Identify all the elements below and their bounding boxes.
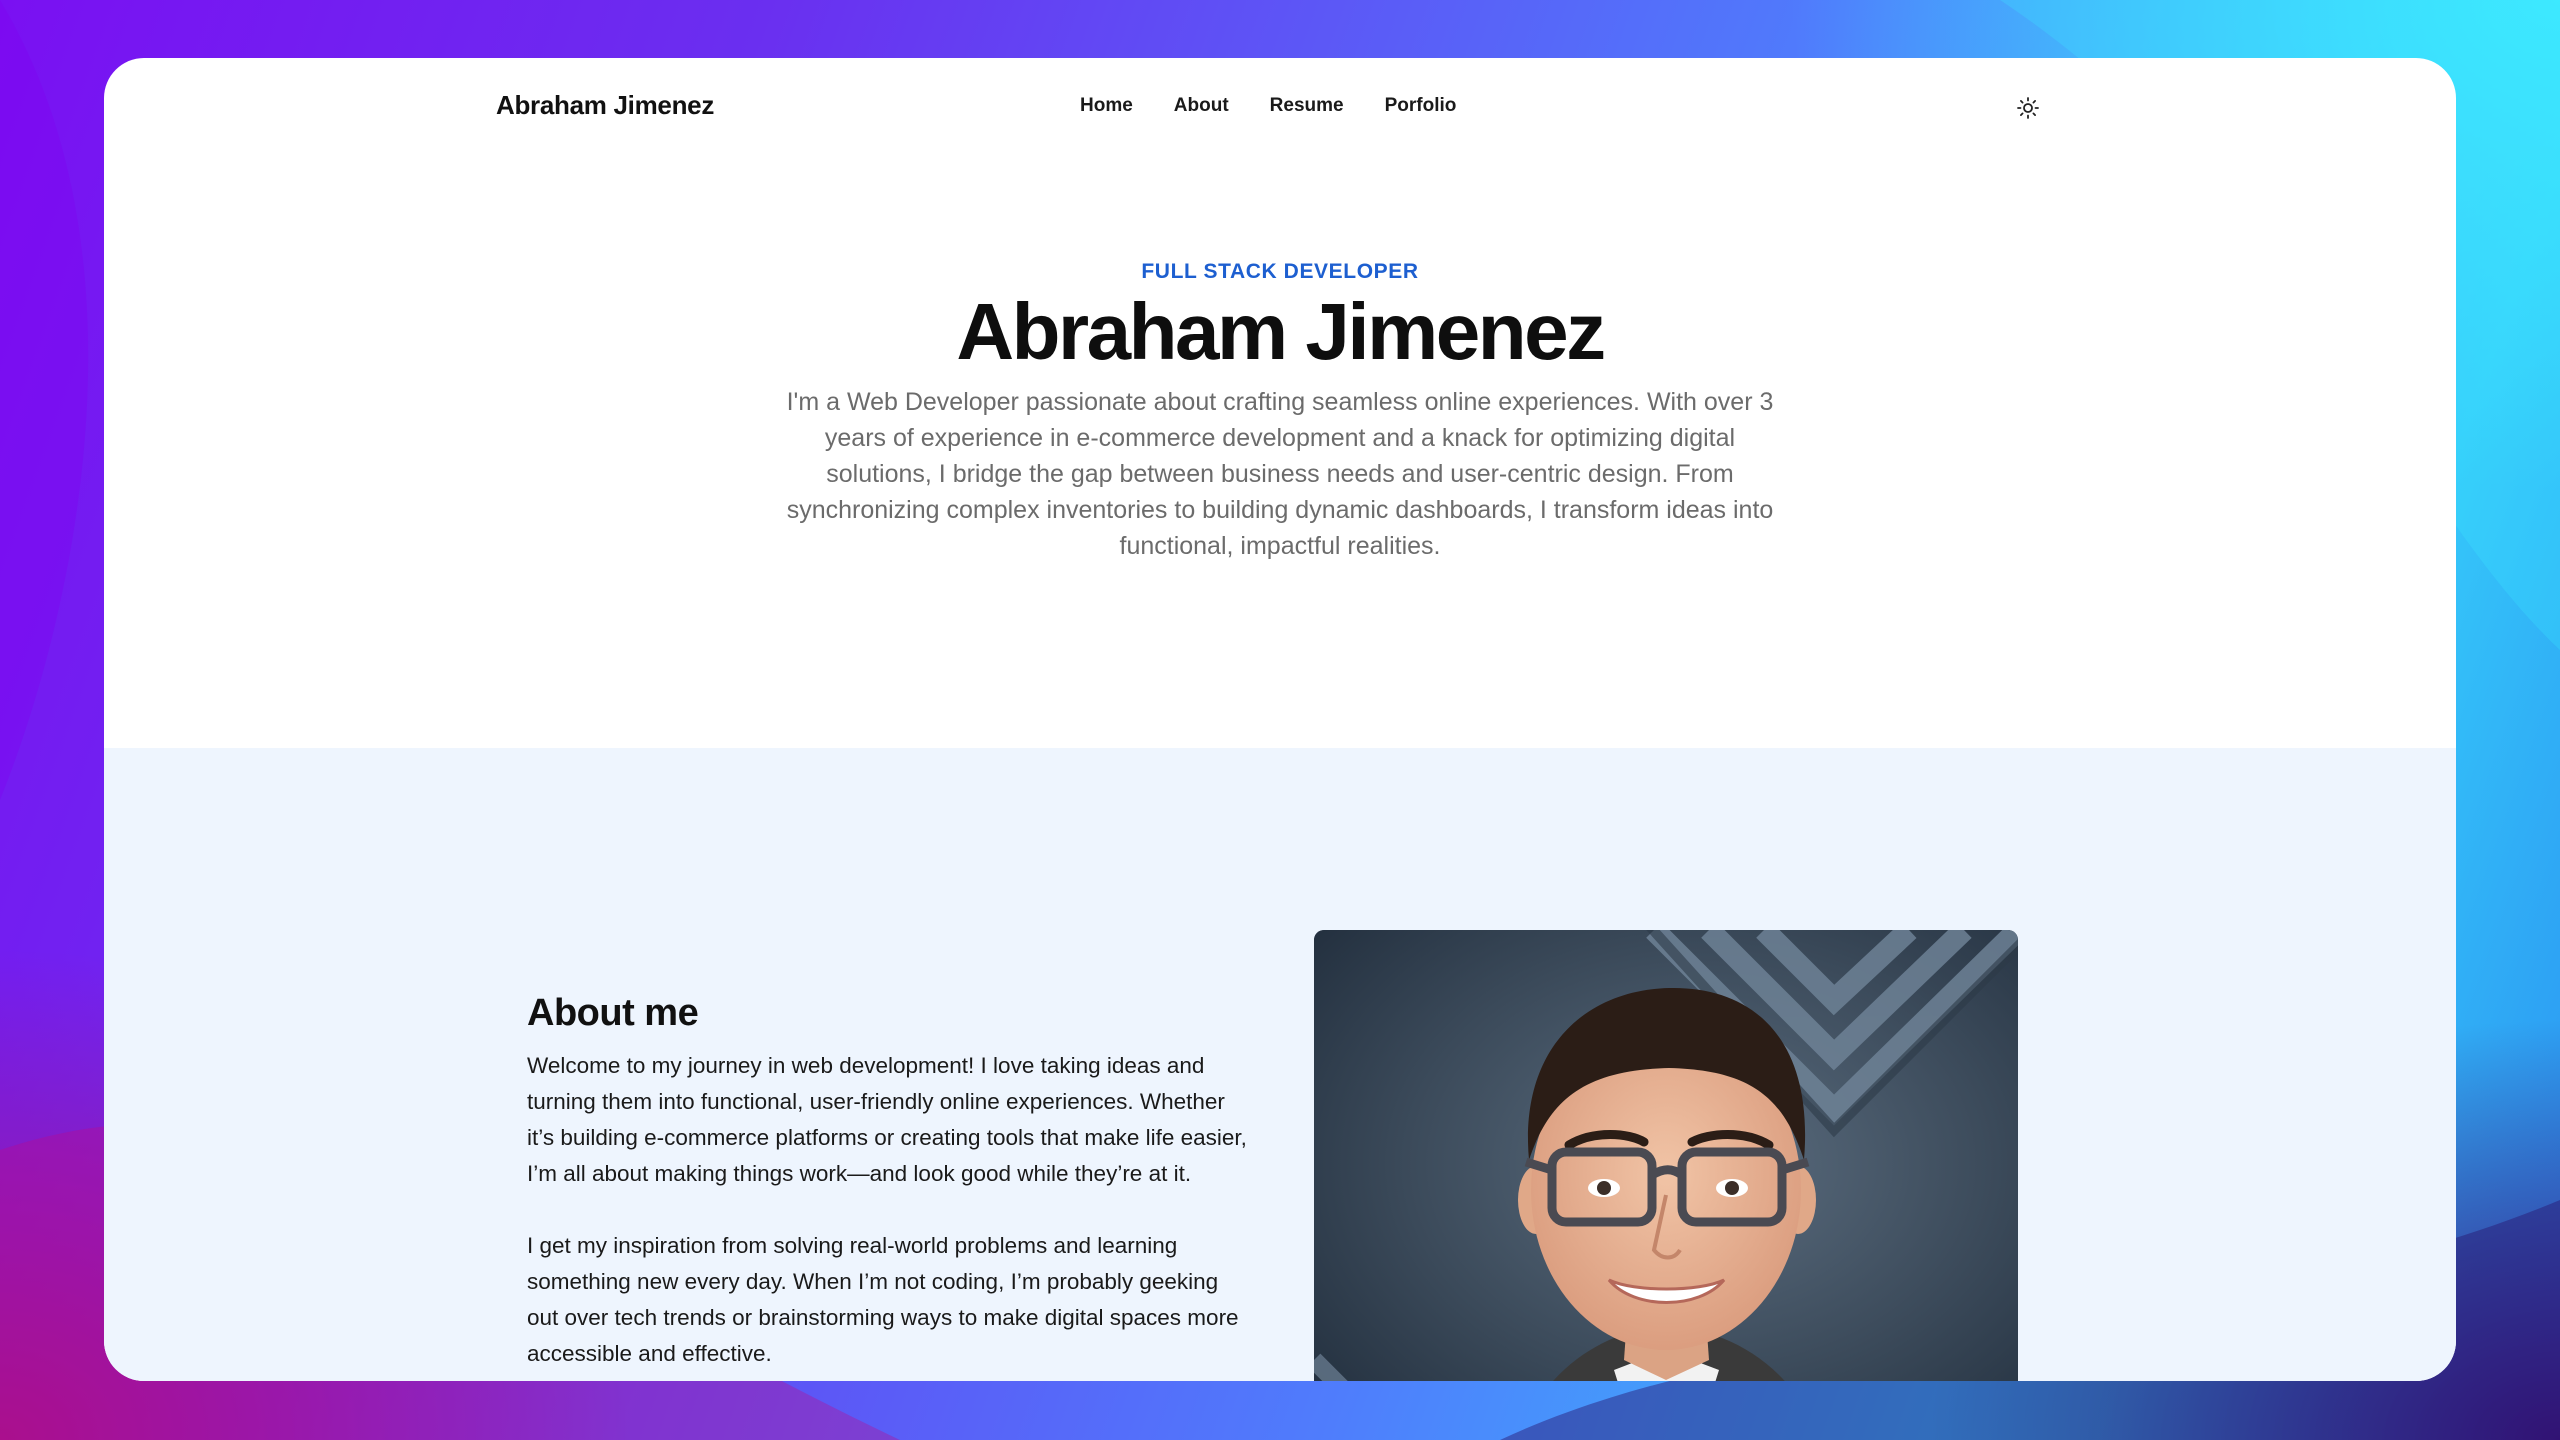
about-section: About me Welcome to my journey in web de… bbox=[104, 748, 2456, 1381]
nav-link-resume[interactable]: Resume bbox=[1270, 95, 1344, 117]
top-navigation: Abraham Jimenez Home About Resume Porfol… bbox=[104, 58, 2456, 154]
hero-eyebrow: FULL STACK DEVELOPER bbox=[1141, 260, 1419, 283]
hero-title: Abraham Jimenez bbox=[956, 287, 1606, 376]
about-title: About me bbox=[527, 992, 699, 1034]
nav-links: Home About Resume Porfolio bbox=[1080, 95, 1456, 117]
about-paragraph: Welcome to my journey in web development… bbox=[527, 1053, 1247, 1186]
hero-section: FULL STACK DEVELOPER Abraham Jimenez I'm… bbox=[104, 58, 2456, 748]
about-paragraph: I get my inspiration from solving real-w… bbox=[527, 1233, 1239, 1366]
theme-toggle-button[interactable] bbox=[2014, 94, 2042, 122]
browser-window: FULL STACK DEVELOPER Abraham Jimenez I'm… bbox=[104, 58, 2456, 1381]
about-text: Welcome to my journey in web development… bbox=[527, 1048, 1247, 1381]
hero-description: I'm a Web Developer passionate about cra… bbox=[786, 388, 1774, 560]
nav-link-home[interactable]: Home bbox=[1080, 95, 1133, 117]
nav-link-about[interactable]: About bbox=[1174, 95, 1229, 117]
nav-link-portfolio[interactable]: Porfolio bbox=[1385, 95, 1457, 117]
sun-icon bbox=[2017, 97, 2039, 119]
brand-logo-text[interactable]: Abraham Jimenez bbox=[496, 90, 714, 121]
profile-photo bbox=[1314, 930, 2018, 1381]
